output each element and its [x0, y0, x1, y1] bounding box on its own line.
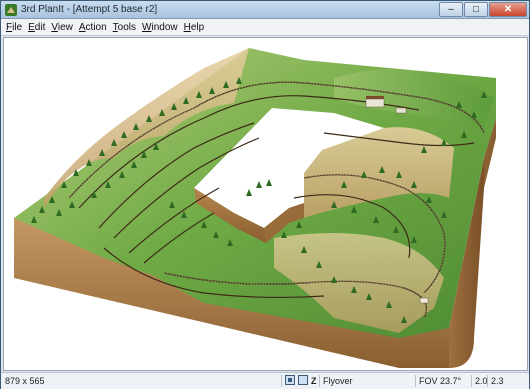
layout-3d-viewport[interactable]	[3, 37, 528, 371]
menu-view[interactable]: View	[48, 22, 76, 33]
title-bar: 3rd PlanIt - [Attempt 5 base r2] – □ ✕	[1, 1, 529, 19]
camera-status-icon[interactable]	[285, 375, 295, 387]
window-title: 3rd PlanIt - [Attempt 5 base r2]	[21, 4, 158, 15]
status-mode: Flyover	[323, 376, 353, 386]
status-fov: FOV 23.7°	[419, 376, 462, 386]
menu-help[interactable]: Help	[181, 22, 208, 33]
status-bar: 879 x 565 Z Flyover FOV 23.7° 2.0 2.3	[1, 372, 529, 389]
lock-status-icon[interactable]	[298, 375, 308, 387]
menu-bar: File Edit View Action Tools Window Help	[1, 19, 529, 52]
z-indicator: Z	[311, 376, 317, 386]
menu-tools[interactable]: Tools	[110, 22, 139, 33]
app-icon	[5, 4, 17, 16]
app-window: 3rd PlanIt - [Attempt 5 base r2] – □ ✕ F…	[0, 0, 530, 389]
menu-edit[interactable]: Edit	[25, 22, 48, 33]
status-value-1: 2.0	[475, 376, 488, 386]
menu-action[interactable]: Action	[76, 22, 110, 33]
status-value-2: 2.3	[491, 376, 504, 386]
station-building	[365, 98, 385, 108]
maximize-button[interactable]: □	[464, 2, 488, 17]
menu-window[interactable]: Window	[139, 22, 181, 33]
status-size: 879 x 565	[5, 376, 45, 386]
close-button[interactable]: ✕	[489, 2, 527, 17]
minimize-button[interactable]: –	[439, 2, 463, 17]
layout-scene	[14, 48, 496, 368]
menu-file[interactable]: File	[3, 22, 25, 33]
